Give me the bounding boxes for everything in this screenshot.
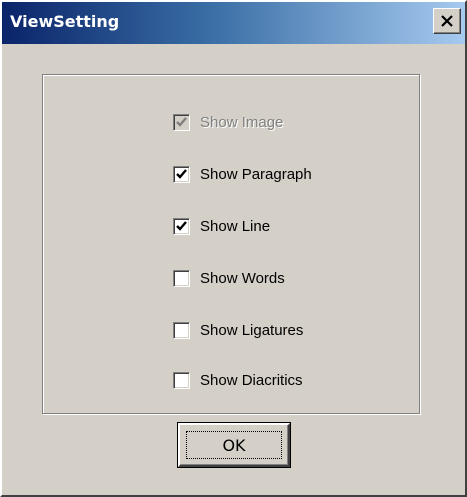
checkbox-label: Show Ligatures: [200, 321, 304, 339]
show-ligatures-checkbox[interactable]: Show Ligatures: [173, 319, 303, 341]
view-setting-dialog: ViewSetting Show Image Show Paragraph Sh…: [0, 0, 467, 497]
show-line-checkbox[interactable]: Show Line: [173, 215, 270, 237]
checkbox-label: Show Paragraph: [200, 165, 312, 183]
dialog-title: ViewSetting: [10, 12, 120, 31]
checkbox-box[interactable]: [173, 371, 190, 389]
options-group: Show Image Show Paragraph Show Line Show…: [42, 74, 420, 414]
checkmark-icon: [176, 220, 187, 231]
checkbox-label: Show Image: [200, 113, 284, 131]
checkbox-box[interactable]: [173, 165, 190, 183]
ok-button-label: OK: [186, 431, 282, 459]
show-image-checkbox[interactable]: Show Image: [173, 111, 283, 133]
checkbox-label: Show Line: [200, 217, 271, 235]
show-words-checkbox[interactable]: Show Words: [173, 267, 285, 289]
checkmark-icon: [176, 116, 187, 127]
show-paragraph-checkbox[interactable]: Show Paragraph: [173, 163, 312, 185]
checkbox-label: Show Diacritics: [200, 371, 303, 389]
close-icon: [441, 14, 453, 27]
ok-button[interactable]: OK: [177, 422, 291, 468]
show-diacritics-checkbox[interactable]: Show Diacritics: [173, 369, 303, 391]
checkbox-box[interactable]: [173, 269, 190, 287]
checkbox-box[interactable]: [173, 113, 190, 131]
checkbox-box[interactable]: [173, 217, 190, 235]
title-bar[interactable]: ViewSetting: [2, 2, 465, 44]
close-button[interactable]: [433, 8, 461, 34]
checkmark-icon: [176, 168, 187, 179]
checkbox-box[interactable]: [173, 321, 190, 339]
checkbox-label: Show Words: [200, 269, 285, 287]
